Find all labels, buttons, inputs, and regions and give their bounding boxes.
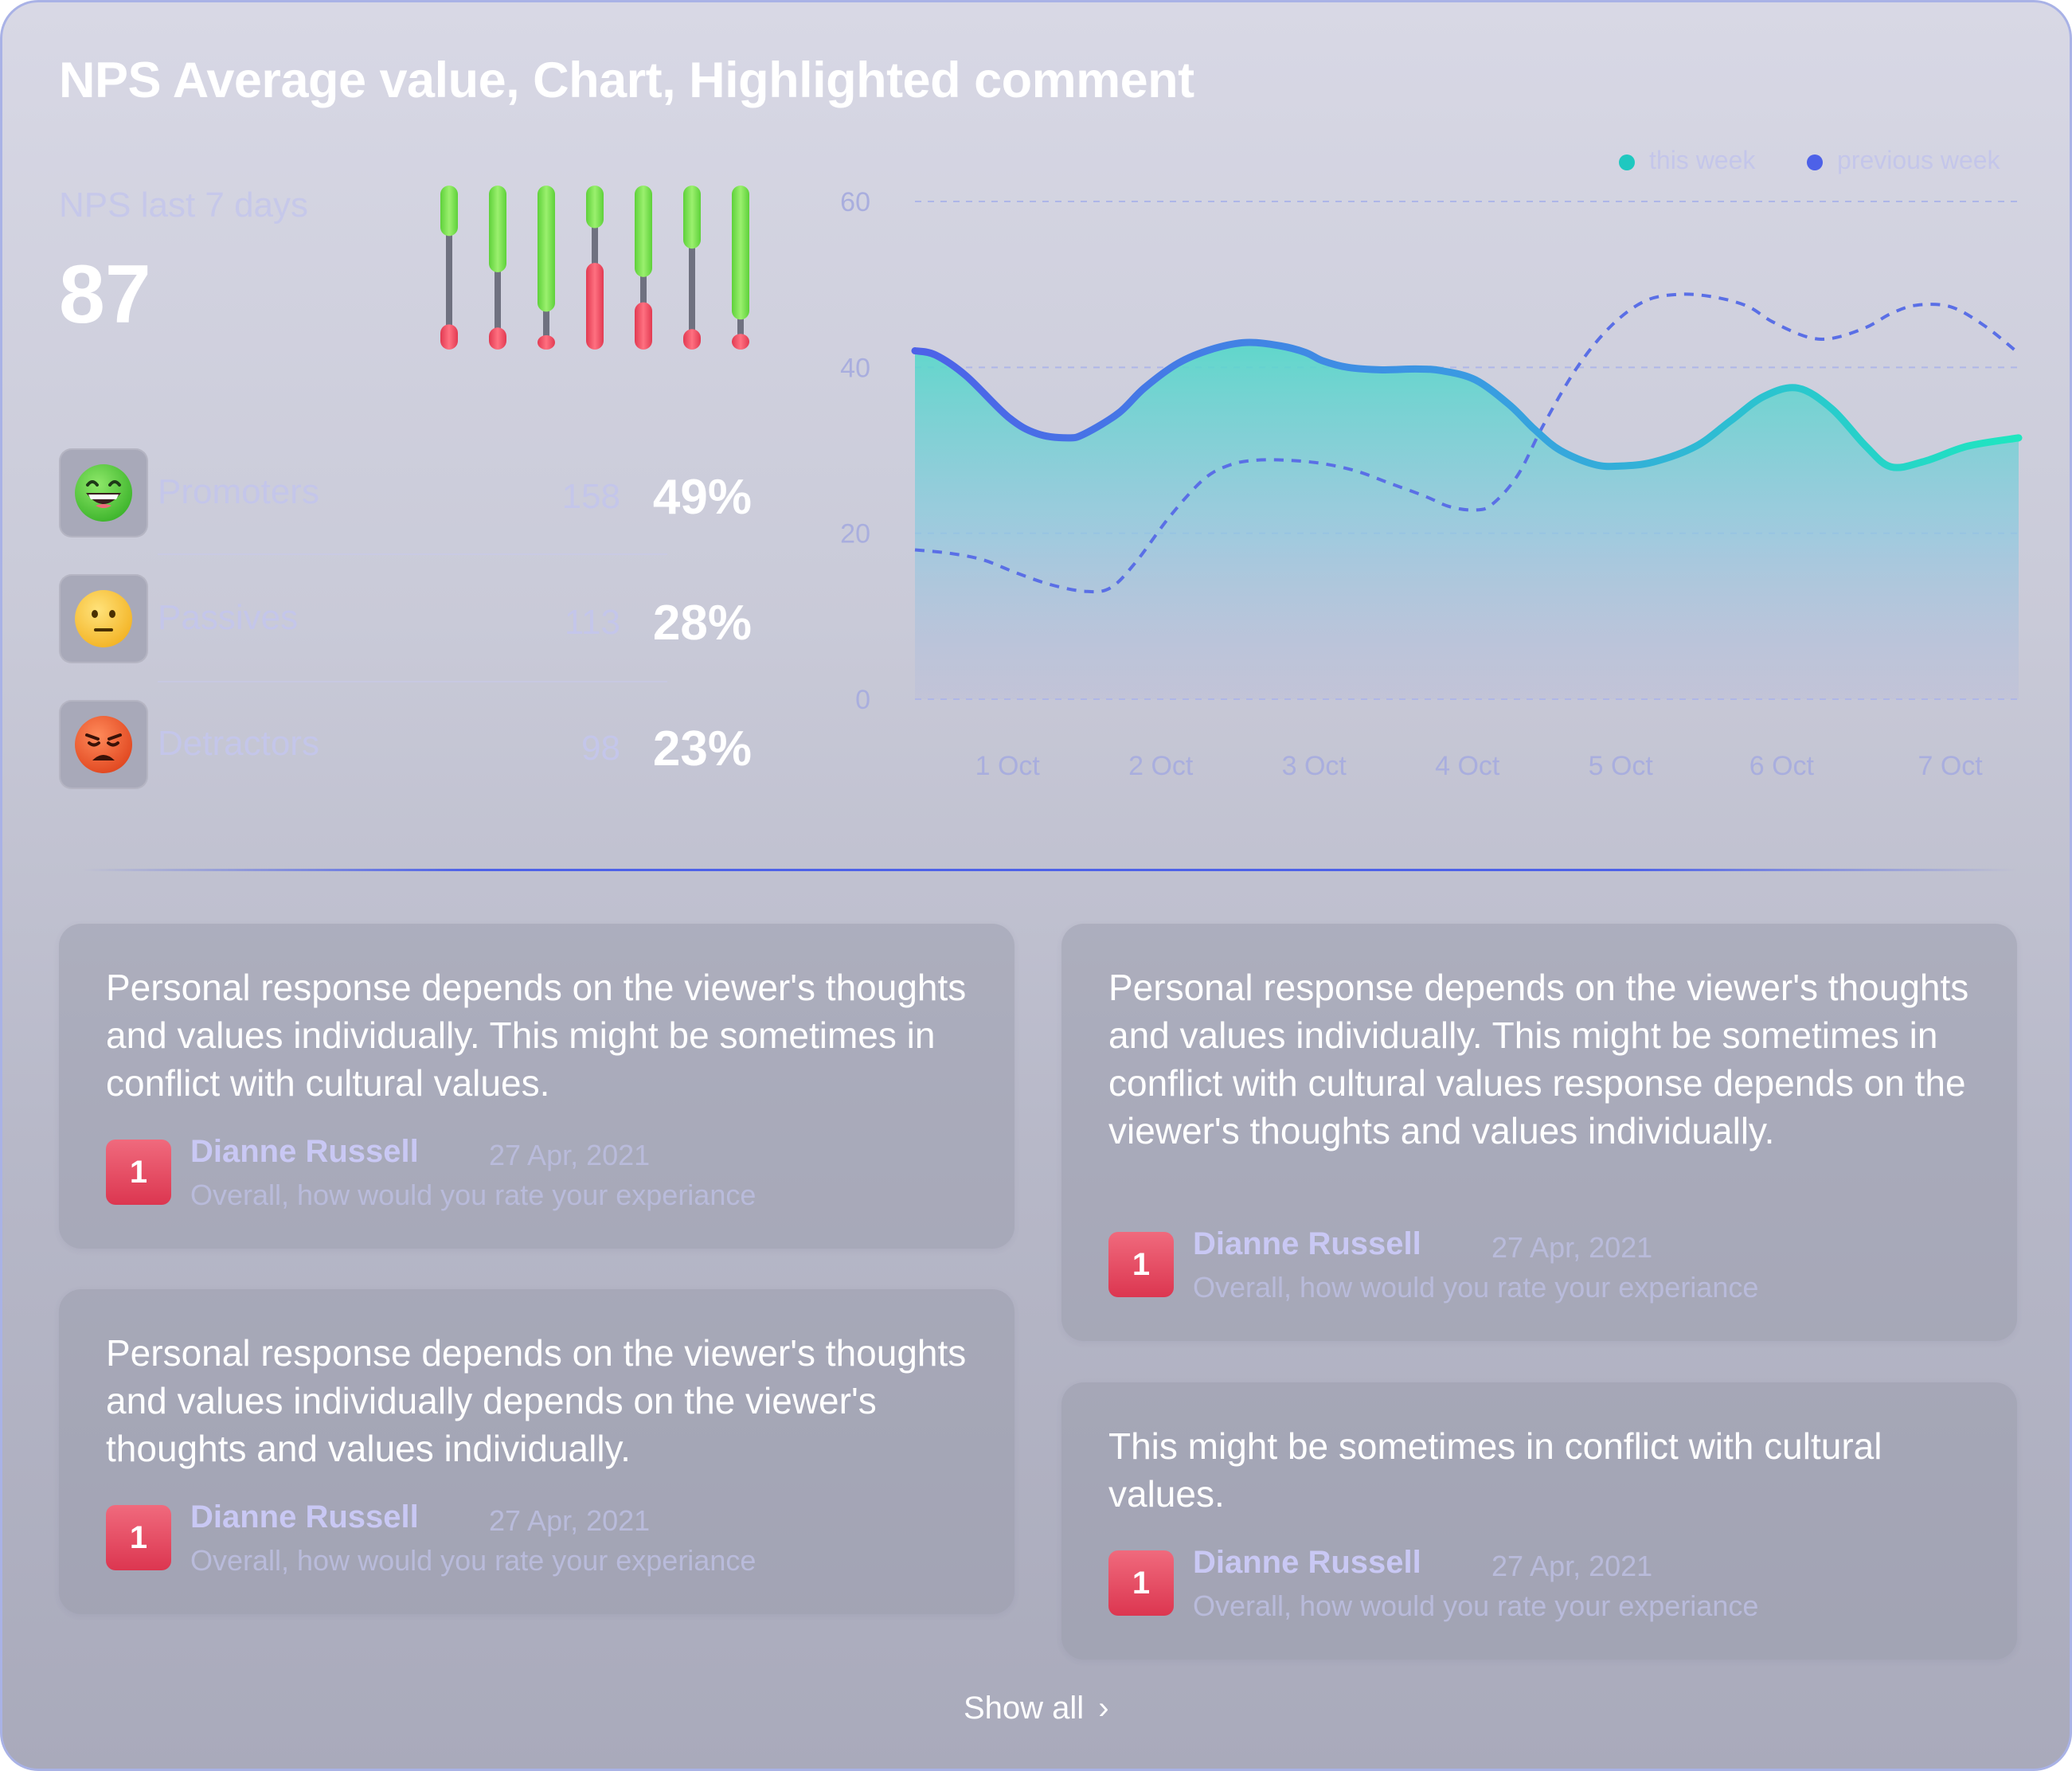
comment-text: This might be sometimes in conflict with… [1108, 1425, 1882, 1515]
category-row-passives: Passives 113 28% [59, 574, 752, 663]
chevron-right-icon: › [1098, 1691, 1109, 1726]
x-tick-label: 3 Oct [1282, 751, 1347, 781]
y-tick-label: 40 [840, 353, 870, 383]
mini-bar-red [586, 263, 604, 350]
comment-card[interactable]: Personal response depends on the viewer'… [59, 1289, 1014, 1614]
category-row-promoters: Promoters 158 49% [59, 448, 752, 538]
legend-label: previous week [1837, 146, 2000, 174]
category-name: Promoters [158, 472, 319, 511]
page-title: NPS Average value, Chart, Highlighted co… [59, 53, 1194, 108]
neutral-face-icon [59, 574, 148, 663]
comment-author[interactable]: Dianne Russell [1193, 1226, 1421, 1262]
mini-bar-green [440, 186, 458, 237]
category-percent: 28% [652, 596, 752, 651]
category-percent: 23% [652, 721, 752, 776]
x-tick-label: 2 Oct [1128, 751, 1194, 781]
comment-card[interactable]: This might be sometimes in conflict with… [1061, 1382, 2017, 1660]
comment-card[interactable]: Personal response depends on the viewer'… [1061, 924, 2017, 1341]
x-tick-label: 5 Oct [1589, 751, 1654, 781]
mini-bar-green [489, 186, 506, 272]
mini-bar-red [683, 329, 701, 350]
mini-bar-green [538, 186, 555, 312]
mini-bar [732, 186, 749, 350]
category-count: 158 [561, 477, 620, 516]
comment-date: 27 Apr, 2021 [1491, 1231, 1653, 1264]
y-tick-label: 60 [840, 187, 870, 217]
category-name: Detractors [158, 724, 319, 763]
score-badge: 1 [1108, 1232, 1174, 1297]
mini-bar-red [732, 334, 749, 350]
nps-dashboard-card: NPS Average value, Chart, Highlighted co… [0, 0, 2072, 1771]
comment-question: Overall, how would you rate your experia… [190, 1544, 756, 1577]
score-badge: 1 [106, 1505, 171, 1570]
mini-bar-red [440, 324, 458, 350]
comment-author[interactable]: Dianne Russell [190, 1499, 419, 1535]
mini-bar-red [635, 302, 652, 350]
mini-bar-red [489, 327, 506, 350]
show-all-link[interactable]: Show all › [964, 1691, 1109, 1726]
comment-card[interactable]: Personal response depends on the viewer'… [59, 924, 1014, 1249]
mini-bar-red [538, 335, 555, 350]
mini-bar [440, 186, 458, 350]
grinning-face-icon [59, 448, 148, 538]
legend-dot [1807, 154, 1823, 170]
row-divider [158, 553, 667, 555]
row-divider [158, 681, 667, 682]
section-divider [82, 869, 2017, 871]
mini-bar-chart [440, 186, 749, 350]
series-area-this-week [915, 342, 2019, 699]
comment-date: 27 Apr, 2021 [489, 1504, 651, 1537]
mini-bar [586, 186, 604, 350]
comment-question: Overall, how would you rate your experia… [1193, 1271, 1759, 1304]
legend-label: this week [1649, 146, 1756, 174]
category-row-detractors: Detractors 98 23% [59, 700, 752, 789]
mini-bar-green [732, 186, 749, 320]
x-tick-label: 6 Oct [1749, 751, 1815, 781]
legend-item-this-week: this week [1619, 146, 1755, 175]
nps-label: NPS last 7 days [59, 186, 309, 225]
nps-value: 87 [59, 248, 151, 341]
show-all-label: Show all [964, 1691, 1085, 1726]
comment-author[interactable]: Dianne Russell [1193, 1545, 1421, 1581]
y-tick-label: 20 [840, 519, 870, 549]
x-tick-label: 1 Oct [975, 751, 1041, 781]
nps-line-chart: 0 20 40 60 1 Oct 2 Oct 3 Oct 4 Oct 5 Oct 6 Oct 7 O… [840, 187, 2023, 781]
score-badge: 1 [1108, 1550, 1174, 1616]
x-tick-label: 4 Oct [1435, 751, 1500, 781]
mini-bar [489, 186, 506, 350]
category-name: Passives [158, 598, 299, 637]
comment-text: Personal response depends on the viewer'… [1108, 967, 1969, 1151]
comment-date: 27 Apr, 2021 [489, 1139, 651, 1171]
mini-bar [635, 186, 652, 350]
mini-bar [538, 186, 555, 350]
legend-dot [1619, 154, 1635, 170]
mini-bar-green [635, 186, 652, 277]
score-badge: 1 [106, 1140, 171, 1205]
legend-item-previous-week: previous week [1807, 146, 2000, 175]
comment-text: Personal response depends on the viewer'… [106, 1332, 967, 1469]
mini-bar [683, 186, 701, 350]
comment-text: Personal response depends on the viewer'… [106, 967, 967, 1104]
x-tick-label: 7 Oct [1918, 751, 1984, 781]
comment-date: 27 Apr, 2021 [1491, 1550, 1653, 1582]
comment-question: Overall, how would you rate your experia… [1193, 1589, 1759, 1622]
category-count: 113 [564, 603, 620, 642]
comment-author[interactable]: Dianne Russell [190, 1134, 419, 1170]
y-tick-label: 0 [855, 685, 870, 715]
angry-face-icon [59, 700, 148, 789]
category-count: 98 [581, 729, 620, 768]
comment-question: Overall, how would you rate your experia… [190, 1179, 756, 1211]
mini-bar-green [586, 186, 604, 229]
category-percent: 49% [652, 470, 752, 525]
mini-bar-green [683, 186, 701, 249]
